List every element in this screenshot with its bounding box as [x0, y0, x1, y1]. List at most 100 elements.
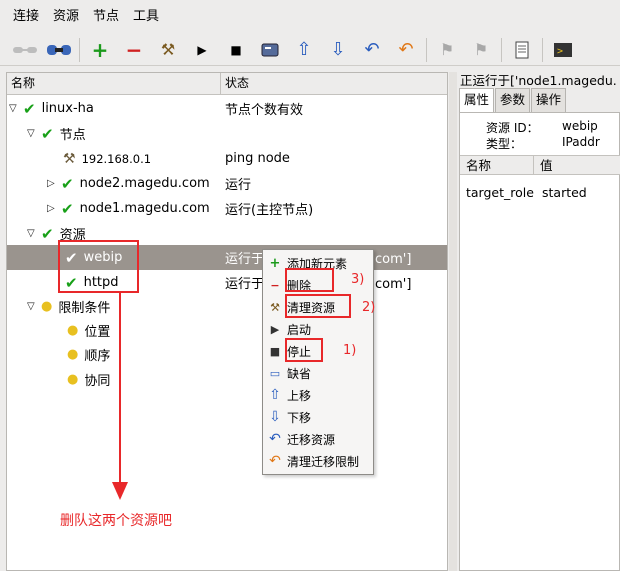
tab-parameters[interactable]: 参数	[495, 88, 531, 112]
tree-label: 位置	[84, 325, 111, 340]
move-up-icon[interactable]: ⇧	[287, 36, 321, 64]
menu-item-label: 缺省	[287, 366, 312, 381]
start-icon[interactable]: ▶	[185, 36, 219, 64]
resource-id-row: 资源 ID： webip	[486, 119, 598, 136]
menu-node[interactable]: 节点	[86, 0, 126, 34]
properties-header-value[interactable]: 值	[534, 156, 553, 174]
connect-icon[interactable]	[42, 36, 76, 64]
menu-item-move-down[interactable]: ⇩ 下移	[263, 406, 373, 428]
add-icon[interactable]: +	[83, 36, 117, 64]
prop-name: target_role	[466, 185, 534, 200]
tree-row-node1[interactable]: ▷ ✔ node1.magedu.com 运行(主控节点)	[7, 196, 447, 221]
stop-icon: ■	[269, 344, 281, 358]
annotation-arrow-head	[112, 482, 128, 500]
terminal-icon[interactable]: >	[546, 36, 580, 64]
tree-header-status[interactable]: 状态	[221, 73, 249, 94]
type-label: 类型：	[486, 137, 523, 151]
menu-connect[interactable]: 连接	[6, 0, 46, 34]
menu-item-move-up[interactable]: ⇧ 上移	[263, 384, 373, 406]
tree-header: 名称 状态	[7, 73, 447, 95]
document-icon[interactable]	[505, 36, 539, 64]
resource-tree-panel: 名称 状态 ▽ ✔ linux-ha 节点个数有效 ▽ ✔ 节点 ⚒ 192.1…	[6, 72, 448, 571]
bulb-icon: ●	[41, 299, 53, 314]
toolbar-separator	[79, 37, 80, 62]
tree-status: 节点个数有效	[225, 103, 304, 118]
arrow-up-icon: ⇧	[269, 387, 281, 403]
detail-tabs: 属性 参数 操作	[459, 88, 567, 112]
toolbar-separator	[501, 37, 502, 62]
menu-item-start[interactable]: ▶ 启动	[263, 318, 373, 340]
svg-text:>: >	[557, 46, 563, 57]
tree-row-constraints[interactable]: ▽ ● 限制条件	[7, 294, 447, 319]
menu-item-migrate[interactable]: ↶ 迁移资源	[263, 428, 373, 450]
expand-arrow-icon[interactable]: ▽	[27, 128, 41, 139]
expand-arrow-icon[interactable]: ▽	[27, 228, 41, 239]
menu-item-unmigrate[interactable]: ↶ 清理迁移限制	[263, 450, 373, 472]
standby-icon[interactable]: ⚑	[430, 36, 464, 64]
tree-header-name[interactable]: 名称	[7, 73, 221, 94]
active-icon[interactable]: ⚑	[464, 36, 498, 64]
stop-icon[interactable]: ■	[219, 36, 253, 64]
type-value: IPaddr	[562, 135, 600, 149]
default-icon: ▭	[269, 366, 281, 380]
arrow-down-icon: ⇩	[269, 409, 281, 425]
bulb-icon: ●	[67, 372, 79, 387]
menu-item-label: 下移	[287, 410, 312, 425]
collapse-arrow-icon[interactable]: ▷	[47, 203, 61, 214]
undo-migrate-icon: ↶	[269, 453, 281, 469]
bulb-icon: ●	[67, 347, 79, 362]
expand-arrow-icon[interactable]: ▽	[9, 103, 23, 114]
properties-header: 名称 值	[460, 155, 620, 175]
expand-arrow-icon[interactable]: ▽	[27, 301, 41, 312]
collapse-arrow-icon[interactable]: ▷	[47, 178, 61, 189]
prop-value: started	[542, 185, 587, 200]
check-icon: ✔	[61, 174, 74, 193]
tree-label: node2.magedu.com	[79, 176, 210, 191]
menu-resource[interactable]: 资源	[46, 0, 86, 34]
tree-row-colocation[interactable]: ● 协同	[7, 367, 447, 392]
remove-icon[interactable]: −	[117, 36, 151, 64]
annotation-box-stop	[285, 338, 323, 362]
menu-tools[interactable]: 工具	[126, 0, 166, 34]
properties-header-name[interactable]: 名称	[460, 156, 534, 174]
tree-label: 限制条件	[58, 301, 111, 316]
pane-splitter[interactable]	[449, 72, 457, 571]
tab-operations[interactable]: 操作	[531, 88, 567, 112]
tree-row-node-ip[interactable]: ⚒ 192.168.0.1 ping node	[7, 146, 447, 171]
unmigrate-icon[interactable]: ↶	[389, 36, 423, 64]
menu-item-label: 迁移资源	[287, 432, 336, 447]
table-row[interactable]: target_role started	[466, 185, 587, 200]
tab-attributes[interactable]: 属性	[459, 88, 495, 112]
properties-table: 名称 值 target_role started	[460, 155, 620, 200]
annotation-box-cleanup	[285, 294, 351, 318]
migrate-icon: ↶	[269, 431, 281, 447]
menu-item-default[interactable]: ▭ 缺省	[263, 362, 373, 384]
cleanup-icon[interactable]: ⚒	[151, 36, 185, 64]
tree-row-order[interactable]: ● 顺序	[7, 342, 447, 367]
tree-row-node2[interactable]: ▷ ✔ node2.magedu.com 运行	[7, 171, 447, 196]
default-icon[interactable]	[253, 36, 287, 64]
tree-label: 节点	[59, 128, 86, 143]
menu-item-label: 启动	[287, 322, 312, 337]
play-icon: ▶	[270, 322, 280, 336]
migrate-icon[interactable]: ↶	[355, 36, 389, 64]
tree-label: 顺序	[84, 349, 111, 364]
annotation-step-2: 2)	[362, 300, 376, 315]
tree-label: node1.magedu.com	[79, 201, 210, 216]
detail-body: 资源 ID： webip 类型： IPaddr 名称 值 target_role…	[459, 112, 620, 571]
resource-id-label: 资源 ID：	[486, 121, 539, 135]
minus-icon: −	[270, 278, 280, 292]
move-down-icon[interactable]: ⇩	[321, 36, 355, 64]
detail-title: 正运行于['node1.magedu.	[460, 73, 617, 88]
disconnect-icon[interactable]	[8, 36, 42, 64]
tree-row-root[interactable]: ▽ ✔ linux-ha 节点个数有效	[7, 96, 447, 121]
tree-row-nodes[interactable]: ▽ ✔ 节点	[7, 121, 447, 146]
tree-row-location[interactable]: ● 位置	[7, 318, 447, 343]
toolbar: + − ⚒ ▶ ■ ⇧ ⇩ ↶ ↶ ⚑ ⚑ >	[0, 34, 620, 66]
type-row: 类型： IPaddr	[486, 135, 600, 152]
tree-label: 192.168.0.1	[81, 151, 152, 166]
annotation-arrow-line	[119, 293, 121, 485]
toolbar-separator	[426, 37, 427, 62]
tree-status: 运行(主控节点)	[225, 203, 314, 218]
annotation-box-resources	[58, 240, 139, 293]
